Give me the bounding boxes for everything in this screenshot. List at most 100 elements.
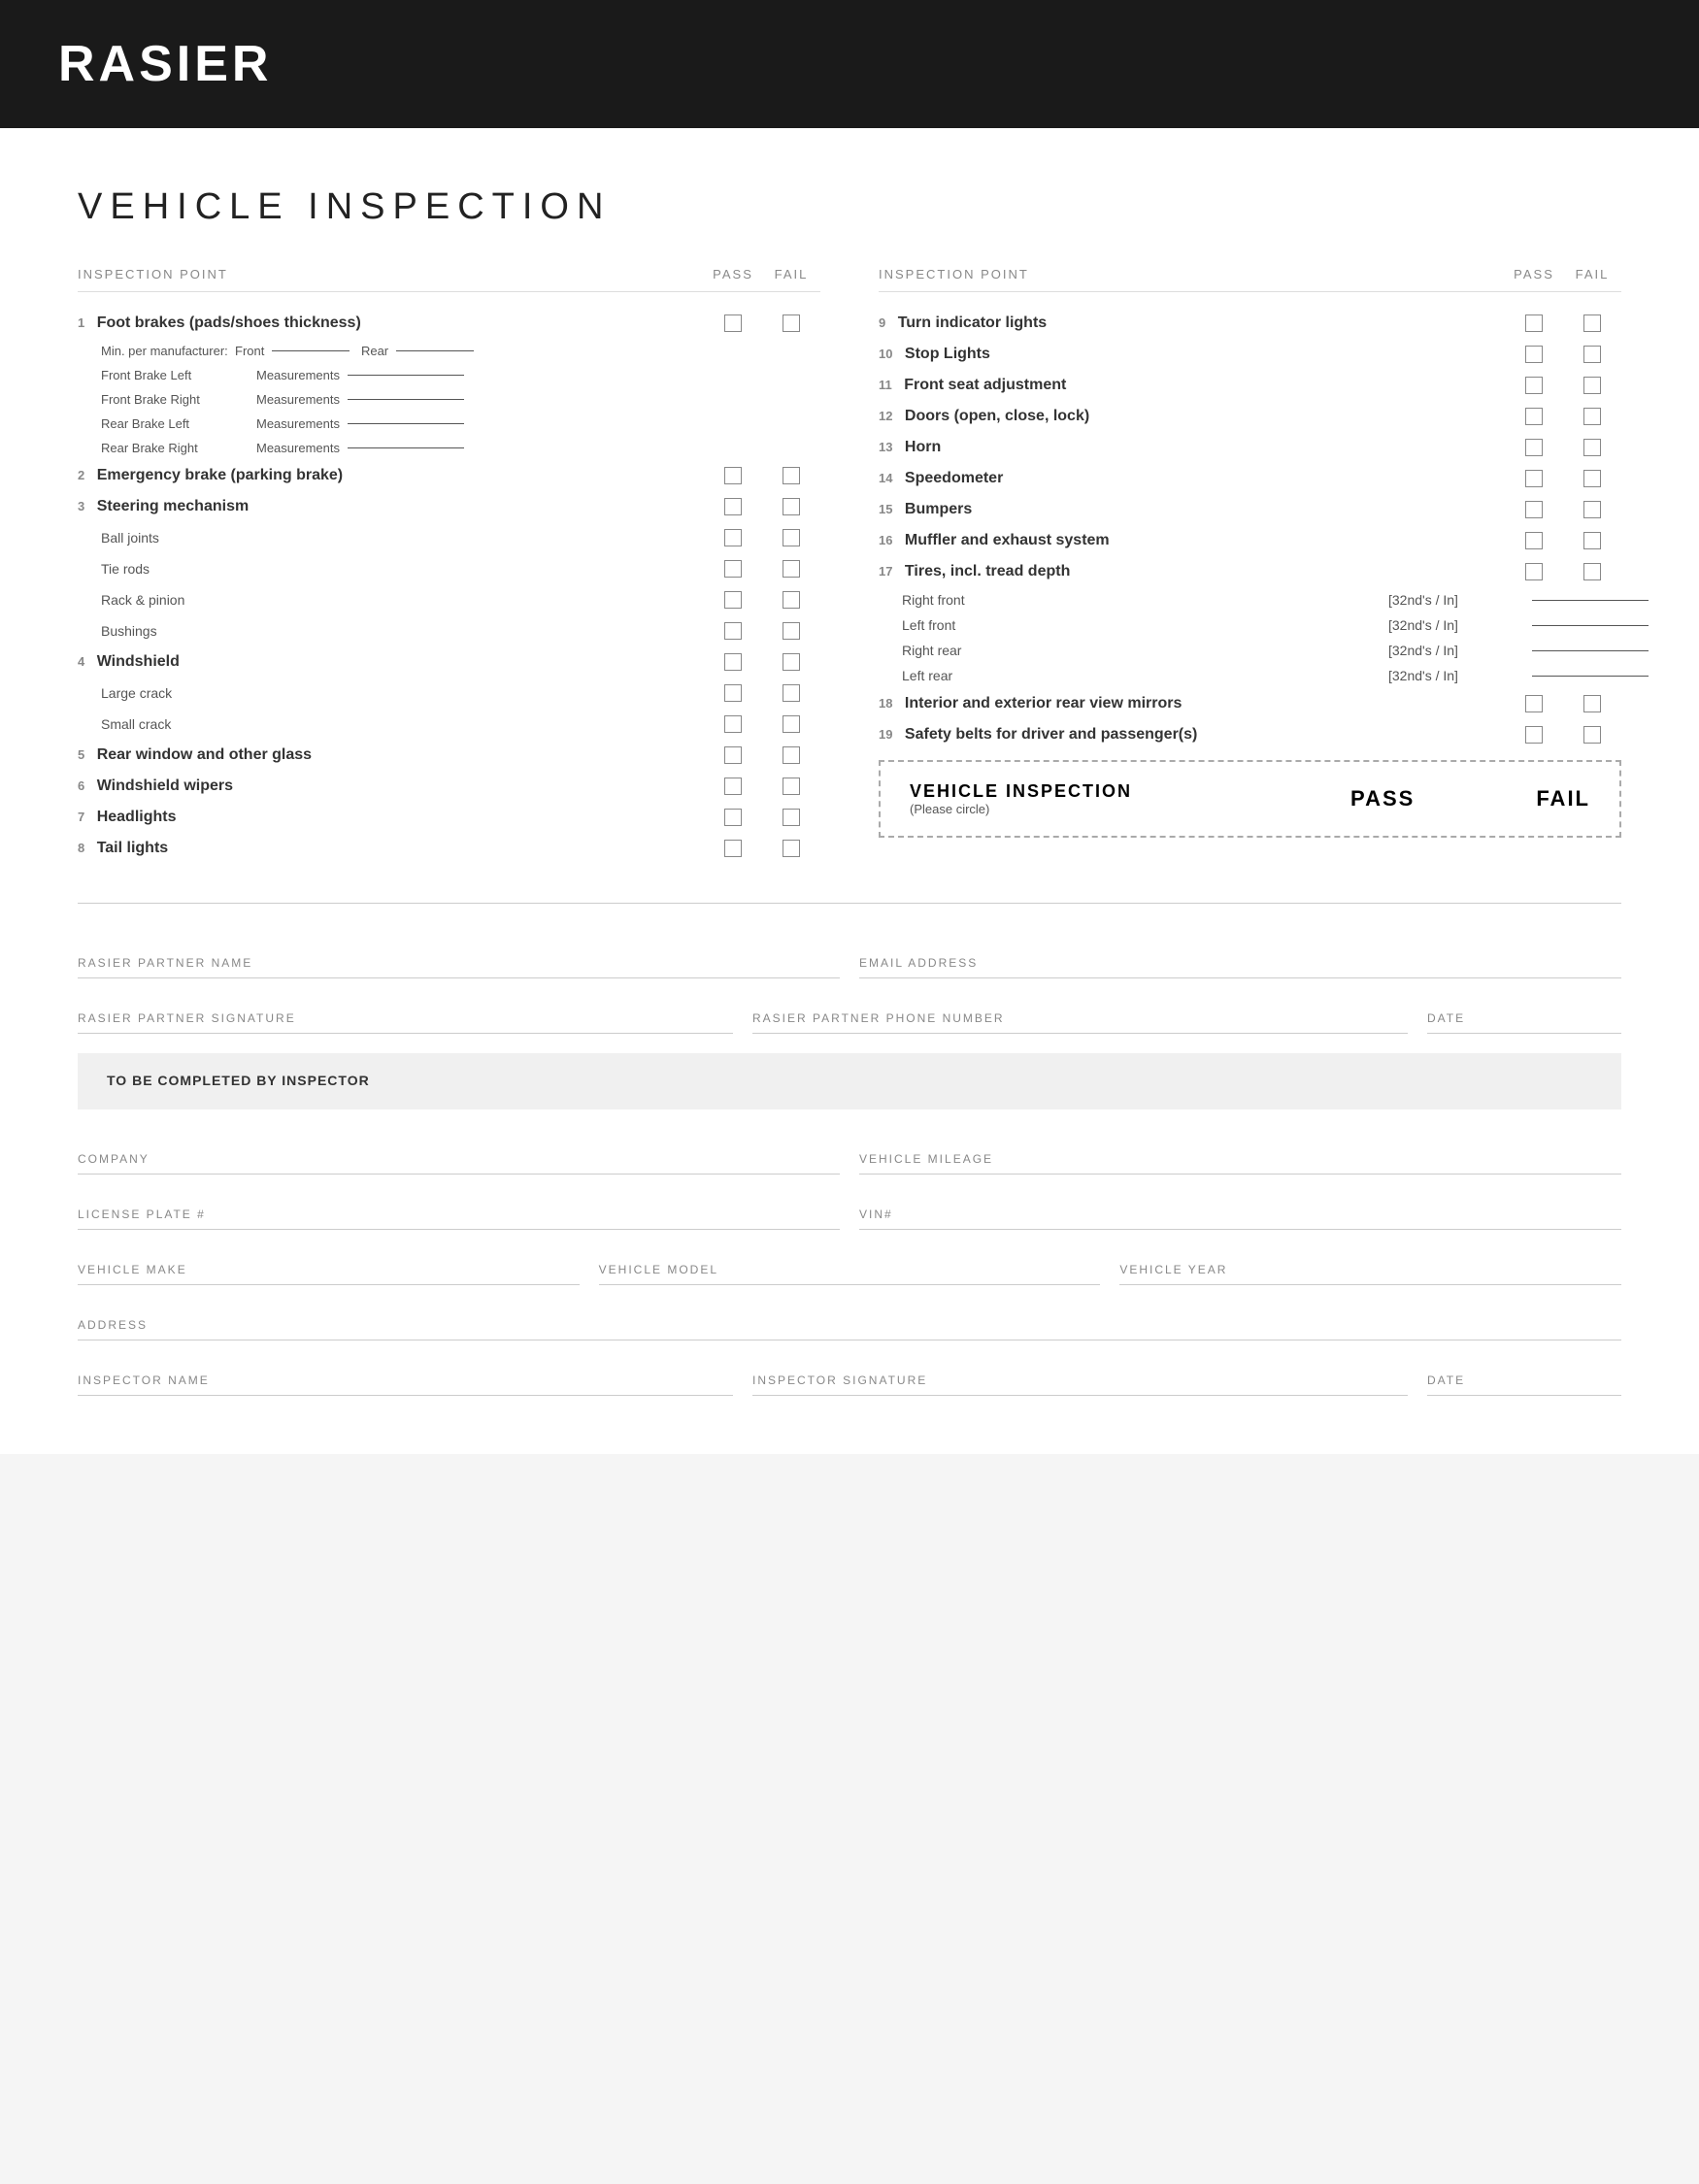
partner-name-label: RASIER PARTNER NAME bbox=[78, 956, 840, 970]
item-13-pass-checkbox[interactable] bbox=[1525, 439, 1543, 456]
email-field: EMAIL ADDRESS bbox=[859, 933, 1621, 978]
vin-label: VIN# bbox=[859, 1208, 1621, 1221]
left-column-header: INSPECTION POINT PASS FAIL bbox=[78, 267, 820, 292]
ball-joints-fail-checkbox[interactable] bbox=[783, 529, 800, 546]
item-3-fail-checkbox[interactable] bbox=[783, 498, 800, 515]
item-4-row: 4 Windshield bbox=[78, 646, 820, 678]
item-15-pass-checkbox[interactable] bbox=[1525, 501, 1543, 518]
item-7-fail-checkbox[interactable] bbox=[783, 809, 800, 826]
inspector-signature-field: INSPECTOR SIGNATURE bbox=[752, 1350, 1408, 1396]
item-3-pass-checkbox[interactable] bbox=[724, 498, 742, 515]
item-6-label: 6 Windshield wipers bbox=[78, 778, 704, 795]
item-7-row: 7 Headlights bbox=[78, 802, 820, 833]
item-1-row: 1 Foot brakes (pads/shoes thickness) bbox=[78, 308, 820, 339]
item-13-fail-checkbox[interactable] bbox=[1583, 439, 1601, 456]
rack-pinion-pass-checkbox[interactable] bbox=[724, 591, 742, 609]
item-14-row: 14 Speedometer bbox=[879, 463, 1621, 494]
item-19-fail-checkbox[interactable] bbox=[1583, 726, 1601, 744]
email-label: EMAIL ADDRESS bbox=[859, 956, 1621, 970]
item-16-fail-checkbox[interactable] bbox=[1583, 532, 1601, 549]
form-row-inspector: INSPECTOR NAME INSPECTOR SIGNATURE DATE bbox=[78, 1350, 1621, 1396]
company-label: COMPANY bbox=[78, 1152, 840, 1166]
item-18-label: 18 Interior and exterior rear view mirro… bbox=[879, 695, 1505, 712]
item-15-fail-checkbox[interactable] bbox=[1583, 501, 1601, 518]
inspection-grid: INSPECTION POINT PASS FAIL 1 Foot brakes… bbox=[78, 267, 1621, 864]
item-11-fail-checkbox[interactable] bbox=[1583, 377, 1601, 394]
item-8-pass-checkbox[interactable] bbox=[724, 840, 742, 857]
item-16-label: 16 Muffler and exhaust system bbox=[879, 532, 1505, 549]
inspector-signature-label: INSPECTOR SIGNATURE bbox=[752, 1373, 1408, 1387]
item-8-fail-checkbox[interactable] bbox=[783, 840, 800, 857]
item-2-pass-cell bbox=[704, 467, 762, 484]
item-6-pass-checkbox[interactable] bbox=[724, 778, 742, 795]
tie-rods-fail-checkbox[interactable] bbox=[783, 560, 800, 578]
item-11-row: 11 Front seat adjustment bbox=[879, 370, 1621, 401]
bushings-pass-checkbox[interactable] bbox=[724, 622, 742, 640]
bushings-fail-checkbox[interactable] bbox=[783, 622, 800, 640]
item-4-fail-checkbox[interactable] bbox=[783, 653, 800, 671]
large-crack-fail-checkbox[interactable] bbox=[783, 684, 800, 702]
tie-rods-pass-checkbox[interactable] bbox=[724, 560, 742, 578]
item-9-label: 9 Turn indicator lights bbox=[879, 314, 1505, 332]
item-12-fail-checkbox[interactable] bbox=[1583, 408, 1601, 425]
item-14-fail-checkbox[interactable] bbox=[1583, 470, 1601, 487]
item-2-fail-cell bbox=[762, 467, 820, 484]
item-9-fail-checkbox[interactable] bbox=[1583, 314, 1601, 332]
item-3-sub-ball-joints: Ball joints bbox=[78, 522, 820, 553]
item-19-label: 19 Safety belts for driver and passenger… bbox=[879, 726, 1505, 744]
item-5-fail-checkbox[interactable] bbox=[783, 746, 800, 764]
item-10-pass-checkbox[interactable] bbox=[1525, 346, 1543, 363]
item-18-pass-checkbox[interactable] bbox=[1525, 695, 1543, 712]
main-content: VEHICLE INSPECTION INSPECTION POINT PASS… bbox=[0, 128, 1699, 1454]
item-14-label: 14 Speedometer bbox=[879, 470, 1505, 487]
inspector-date-field: DATE bbox=[1427, 1350, 1621, 1396]
item-12-row: 12 Doors (open, close, lock) bbox=[879, 401, 1621, 432]
item-15-label: 15 Bumpers bbox=[879, 501, 1505, 518]
item-3-sub-bushings: Bushings bbox=[78, 615, 820, 646]
item-14-pass-checkbox[interactable] bbox=[1525, 470, 1543, 487]
item-7-pass-checkbox[interactable] bbox=[724, 809, 742, 826]
pf-fail-label[interactable]: FAIL bbox=[1536, 786, 1590, 811]
item-5-pass-checkbox[interactable] bbox=[724, 746, 742, 764]
right-column-header: INSPECTION POINT PASS FAIL bbox=[879, 267, 1621, 292]
form-section-2: RASIER PARTNER SIGNATURE RASIER PARTNER … bbox=[78, 988, 1621, 1034]
item-17-pass-checkbox[interactable] bbox=[1525, 563, 1543, 580]
license-field: LICENSE PLATE # bbox=[78, 1184, 840, 1230]
item-8-row: 8 Tail lights bbox=[78, 833, 820, 864]
item-12-pass-checkbox[interactable] bbox=[1525, 408, 1543, 425]
license-label: LICENSE PLATE # bbox=[78, 1208, 840, 1221]
item-1-fail-checkbox[interactable] bbox=[783, 314, 800, 332]
pf-pass-label[interactable]: PASS bbox=[1350, 786, 1415, 811]
item-18-fail-checkbox[interactable] bbox=[1583, 695, 1601, 712]
large-crack-pass-checkbox[interactable] bbox=[724, 684, 742, 702]
model-label: VEHICLE MODEL bbox=[599, 1263, 1101, 1276]
year-label: VEHICLE YEAR bbox=[1119, 1263, 1621, 1276]
item-1-fail-cell bbox=[762, 314, 820, 332]
partner-name-field: RASIER PARTNER NAME bbox=[78, 933, 840, 978]
item-4-pass-checkbox[interactable] bbox=[724, 653, 742, 671]
small-crack-fail-checkbox[interactable] bbox=[783, 715, 800, 733]
form-section-4: LICENSE PLATE # VIN# bbox=[78, 1184, 1621, 1230]
item-1-pass-checkbox[interactable] bbox=[724, 314, 742, 332]
item-7-label: 7 Headlights bbox=[78, 809, 704, 826]
item-4-fail-cell bbox=[762, 653, 820, 671]
item-16-pass-checkbox[interactable] bbox=[1525, 532, 1543, 549]
item-4-sub-large-crack: Large crack bbox=[78, 678, 820, 709]
item-11-pass-checkbox[interactable] bbox=[1525, 377, 1543, 394]
small-crack-pass-checkbox[interactable] bbox=[724, 715, 742, 733]
item-3-fail-cell bbox=[762, 498, 820, 515]
item-2-pass-checkbox[interactable] bbox=[724, 467, 742, 484]
rack-pinion-fail-checkbox[interactable] bbox=[783, 591, 800, 609]
item-19-pass-checkbox[interactable] bbox=[1525, 726, 1543, 744]
item-2-fail-checkbox[interactable] bbox=[783, 467, 800, 484]
item-6-fail-checkbox[interactable] bbox=[783, 778, 800, 795]
item-9-pass-checkbox[interactable] bbox=[1525, 314, 1543, 332]
item-10-fail-checkbox[interactable] bbox=[1583, 346, 1601, 363]
item-17-fail-checkbox[interactable] bbox=[1583, 563, 1601, 580]
item-13-label: 13 Horn bbox=[879, 439, 1505, 456]
inspector-date-label: DATE bbox=[1427, 1373, 1621, 1387]
form-row-name-email: RASIER PARTNER NAME EMAIL ADDRESS bbox=[78, 933, 1621, 978]
to-be-completed-label: TO BE COMPLETED BY INSPECTOR bbox=[107, 1073, 370, 1088]
ball-joints-pass-checkbox[interactable] bbox=[724, 529, 742, 546]
item-17-row: 17 Tires, incl. tread depth bbox=[879, 556, 1621, 587]
